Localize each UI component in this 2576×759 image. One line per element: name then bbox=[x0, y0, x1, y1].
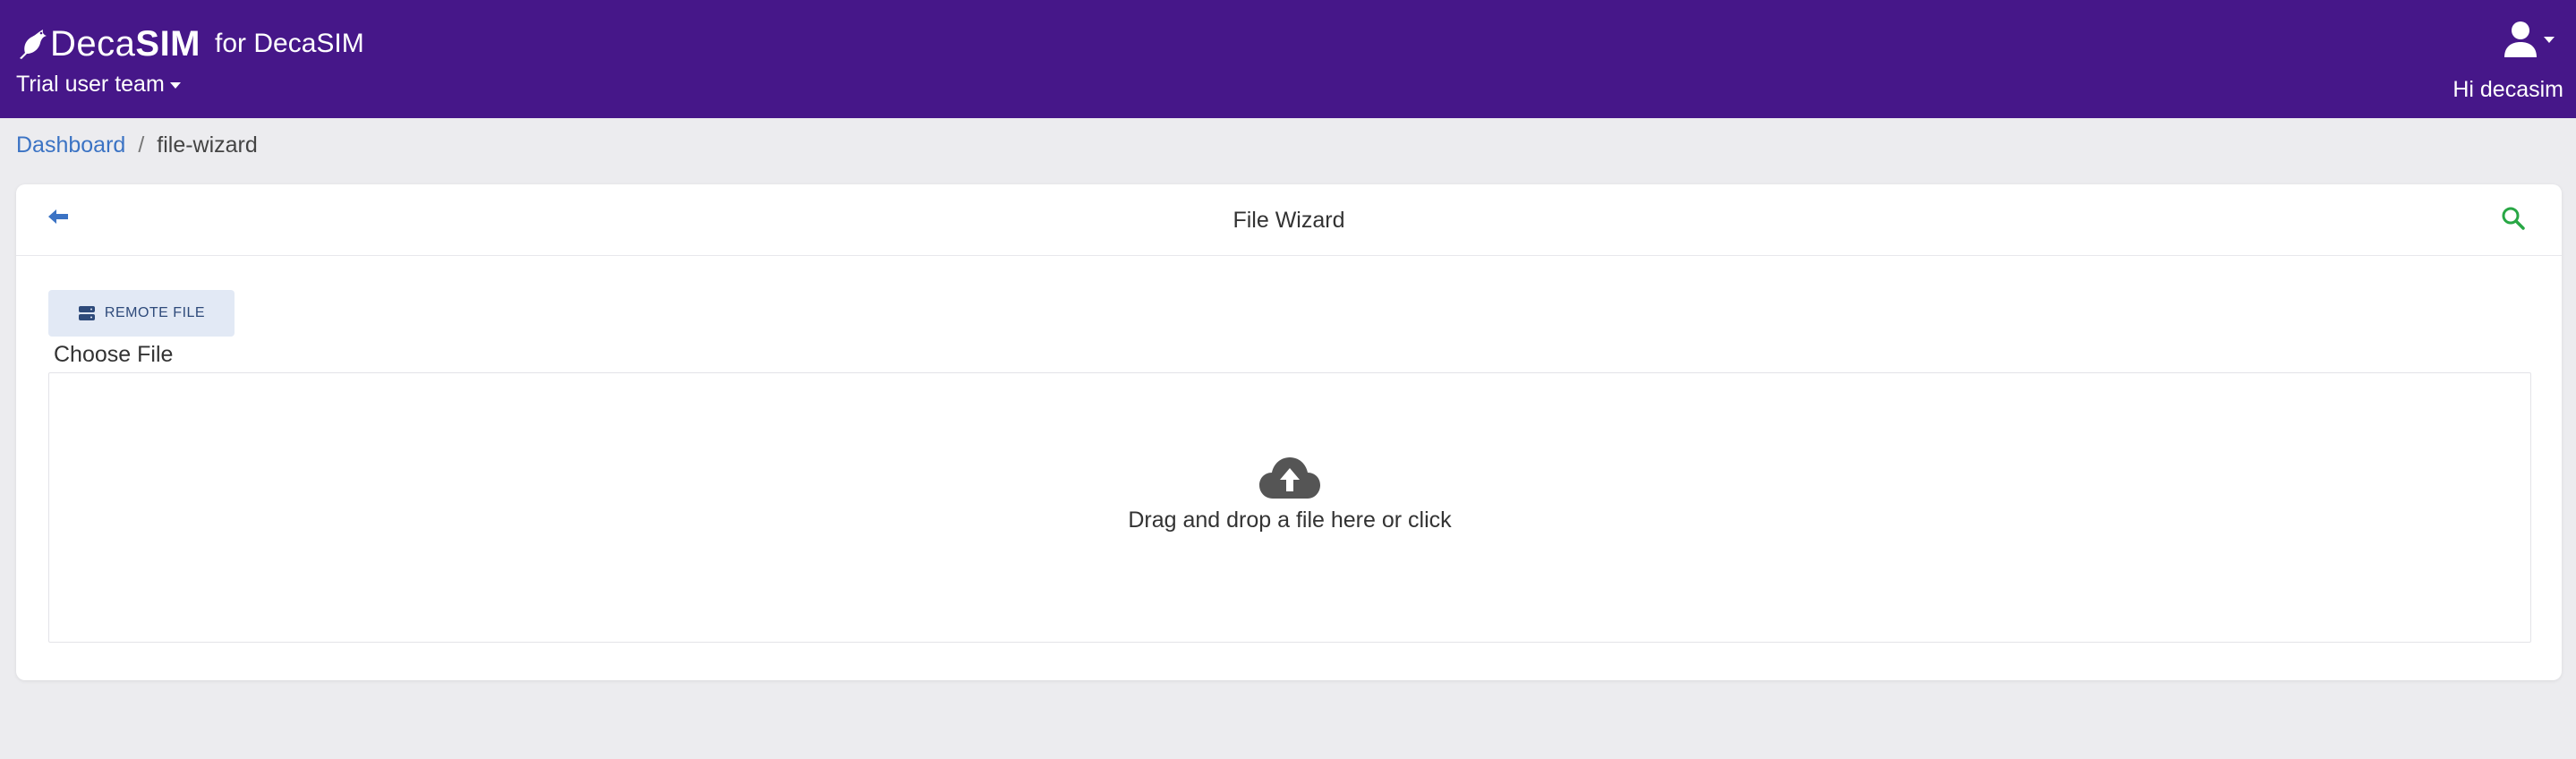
remote-file-label: REMOTE FILE bbox=[104, 305, 206, 320]
user-icon bbox=[2504, 21, 2537, 57]
choose-file-label: Choose File bbox=[54, 342, 174, 367]
chevron-down-icon bbox=[2544, 36, 2555, 43]
search-icon[interactable] bbox=[2501, 206, 2526, 231]
breadcrumb-separator: / bbox=[138, 132, 145, 158]
top-navbar: Deca SIM for DecaSIM Trial user team Hi … bbox=[0, 0, 2576, 118]
breadcrumb-dashboard-link[interactable]: Dashboard bbox=[16, 132, 125, 158]
brand-for-text: for DecaSIM bbox=[215, 29, 364, 58]
brand-logo[interactable]: Deca SIM for DecaSIM bbox=[16, 23, 364, 64]
brand-sim-text: SIM bbox=[135, 23, 201, 64]
remote-file-button[interactable]: REMOTE FILE bbox=[48, 290, 235, 337]
team-label: Trial user team bbox=[16, 72, 165, 97]
chevron-down-icon bbox=[169, 82, 181, 89]
team-dropdown[interactable]: Trial user team bbox=[16, 72, 181, 98]
user-greeting: Hi decasim bbox=[2452, 77, 2563, 102]
dropzone-text: Drag and drop a file here or click bbox=[1128, 507, 1452, 533]
page-title: File Wizard bbox=[1233, 208, 1345, 233]
breadcrumb-current: file-wizard bbox=[157, 132, 258, 158]
breadcrumb: Dashboard / file-wizard bbox=[16, 132, 258, 158]
user-menu-dropdown[interactable] bbox=[2503, 20, 2555, 57]
brand-deca-text: Deca bbox=[50, 23, 136, 64]
bird-icon bbox=[20, 30, 47, 59]
card-header: File Wizard bbox=[16, 184, 2562, 256]
file-wizard-card: File Wizard REMOTE FILE Choose File Drag… bbox=[16, 184, 2562, 680]
file-dropzone[interactable]: Drag and drop a file here or click bbox=[48, 372, 2531, 643]
server-icon bbox=[78, 306, 95, 320]
cloud-upload-icon bbox=[1259, 457, 1320, 499]
